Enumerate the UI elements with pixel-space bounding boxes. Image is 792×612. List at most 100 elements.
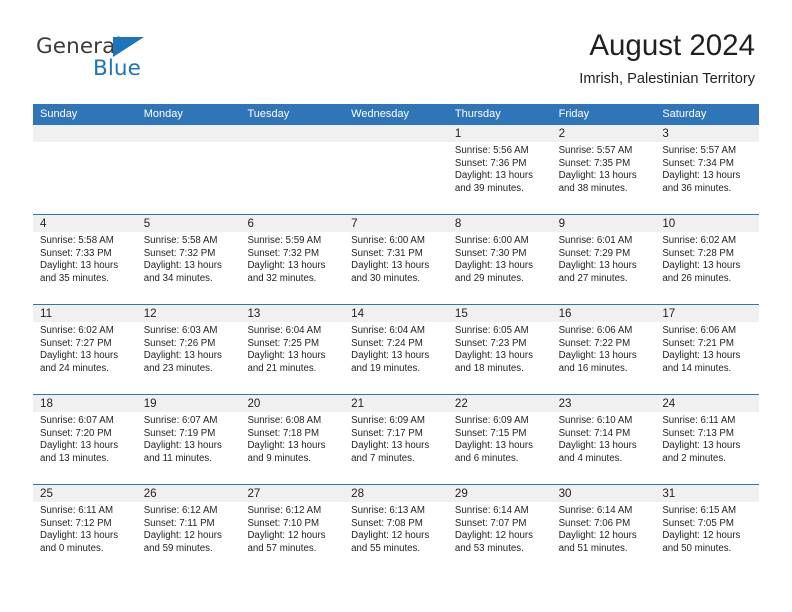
day-cell[interactable]: 22 Sunrise: 6:09 AM Sunset: 7:15 PM Dayl… <box>447 395 552 484</box>
day-number: 8 <box>447 215 552 232</box>
daylight-line-cont: and 7 minutes. <box>351 452 415 464</box>
day-cell[interactable]: 9 Sunrise: 6:01 AM Sunset: 7:29 PM Dayli… <box>551 215 656 304</box>
day-cell[interactable]: 16 Sunrise: 6:06 AM Sunset: 7:22 PM Dayl… <box>551 305 656 394</box>
daylight-line: Daylight: 13 hours <box>558 350 637 362</box>
day-cell[interactable]: 5 Sunrise: 5:58 AM Sunset: 7:32 PM Dayli… <box>136 215 241 304</box>
general-blue-logo[interactable]: General Blue <box>36 34 216 86</box>
day-number: 24 <box>655 395 760 412</box>
day-cell[interactable]: 31 Sunrise: 6:15 AM Sunset: 7:05 PM Dayl… <box>655 485 760 574</box>
day-cell[interactable]: 21 Sunrise: 6:09 AM Sunset: 7:17 PM Dayl… <box>344 395 448 484</box>
day-number: 2 <box>551 125 656 142</box>
daylight-line-cont: and 6 minutes. <box>454 452 519 464</box>
daylight-line: Daylight: 13 hours <box>143 350 222 362</box>
day-details: Sunrise: 6:06 AM Sunset: 7:21 PM Dayligh… <box>655 322 759 375</box>
daylight-line: Daylight: 13 hours <box>247 350 326 362</box>
sunset-line: Sunset: 7:32 PM <box>247 247 320 259</box>
daylight-line-cont: and 19 minutes. <box>351 362 421 374</box>
day-cell[interactable]: 30 Sunrise: 6:14 AM Sunset: 7:06 PM Dayl… <box>551 485 656 574</box>
day-cell[interactable]: 23 Sunrise: 6:10 AM Sunset: 7:14 PM Dayl… <box>551 395 656 484</box>
day-cell[interactable]: 3 Sunrise: 5:57 AM Sunset: 7:34 PM Dayli… <box>655 125 760 214</box>
sunrise-line: Sunrise: 6:13 AM <box>351 505 425 516</box>
daylight-line-cont: and 35 minutes. <box>40 272 109 284</box>
day-cell[interactable]: 20 Sunrise: 6:08 AM Sunset: 7:18 PM Dayl… <box>240 395 345 484</box>
day-cell[interactable] <box>33 125 137 214</box>
weekday-header-tuesday: Tuesday <box>247 108 290 120</box>
day-cell[interactable]: 4 Sunrise: 5:58 AM Sunset: 7:33 PM Dayli… <box>33 215 137 304</box>
day-cell[interactable]: 8 Sunrise: 6:00 AM Sunset: 7:30 PM Dayli… <box>447 215 552 304</box>
day-number: 31 <box>655 485 760 502</box>
day-details: Sunrise: 6:03 AM Sunset: 7:26 PM Dayligh… <box>137 322 241 375</box>
day-number: 22 <box>447 395 552 412</box>
week-row: 1 Sunrise: 5:56 AM Sunset: 7:36 PM Dayli… <box>33 125 760 215</box>
daylight-line: Daylight: 12 hours <box>558 530 637 542</box>
day-details: Sunrise: 5:58 AM Sunset: 7:33 PM Dayligh… <box>33 232 137 285</box>
day-cell[interactable] <box>344 125 448 214</box>
sunrise-line: Sunrise: 6:02 AM <box>662 235 737 246</box>
day-number: 17 <box>655 305 760 322</box>
weekday-header-monday: Monday <box>143 108 183 120</box>
sunset-line: Sunset: 7:22 PM <box>558 337 631 349</box>
day-details: Sunrise: 6:11 AM Sunset: 7:13 PM Dayligh… <box>655 412 759 465</box>
day-details: Sunrise: 6:07 AM Sunset: 7:20 PM Dayligh… <box>33 412 137 465</box>
sunrise-line: Sunrise: 6:04 AM <box>247 325 322 336</box>
day-details: Sunrise: 6:02 AM Sunset: 7:27 PM Dayligh… <box>33 322 137 375</box>
daylight-line: Daylight: 13 hours <box>40 260 119 272</box>
daylight-line-cont: and 59 minutes. <box>143 542 213 554</box>
day-cell[interactable]: 15 Sunrise: 6:05 AM Sunset: 7:23 PM Dayl… <box>447 305 552 394</box>
logo-triangle-icon <box>113 37 144 57</box>
day-number: 11 <box>33 305 137 322</box>
page-title: August 2024 <box>589 29 755 62</box>
day-cell[interactable]: 27 Sunrise: 6:12 AM Sunset: 7:10 PM Dayl… <box>240 485 345 574</box>
day-number: 1 <box>447 125 552 142</box>
daylight-line: Daylight: 13 hours <box>351 260 430 272</box>
day-cell[interactable]: 18 Sunrise: 6:07 AM Sunset: 7:20 PM Dayl… <box>33 395 137 484</box>
sunset-line: Sunset: 7:17 PM <box>351 427 423 439</box>
daylight-line: Daylight: 13 hours <box>454 260 533 272</box>
sunrise-line: Sunrise: 5:58 AM <box>40 235 114 246</box>
day-cell[interactable]: 6 Sunrise: 5:59 AM Sunset: 7:32 PM Dayli… <box>240 215 345 304</box>
day-cell[interactable]: 13 Sunrise: 6:04 AM Sunset: 7:25 PM Dayl… <box>240 305 345 394</box>
sunset-line: Sunset: 7:21 PM <box>662 337 734 349</box>
day-number: 20 <box>240 395 345 412</box>
day-cell[interactable]: 28 Sunrise: 6:13 AM Sunset: 7:08 PM Dayl… <box>344 485 448 574</box>
day-details: Sunrise: 6:07 AM Sunset: 7:19 PM Dayligh… <box>137 412 241 465</box>
daylight-line: Daylight: 13 hours <box>662 260 741 272</box>
sunrise-line: Sunrise: 6:06 AM <box>662 325 737 336</box>
weekday-header-sunday: Sunday <box>40 108 78 120</box>
day-cell[interactable] <box>240 125 345 214</box>
day-cell[interactable]: 10 Sunrise: 6:02 AM Sunset: 7:28 PM Dayl… <box>655 215 760 304</box>
sunset-line: Sunset: 7:05 PM <box>662 517 734 529</box>
day-number: 15 <box>447 305 552 322</box>
day-cell[interactable]: 11 Sunrise: 6:02 AM Sunset: 7:27 PM Dayl… <box>33 305 137 394</box>
day-cell[interactable]: 14 Sunrise: 6:04 AM Sunset: 7:24 PM Dayl… <box>344 305 448 394</box>
daylight-line-cont: and 53 minutes. <box>454 542 524 554</box>
day-cell[interactable]: 26 Sunrise: 6:12 AM Sunset: 7:11 PM Dayl… <box>136 485 241 574</box>
day-cell[interactable]: 7 Sunrise: 6:00 AM Sunset: 7:31 PM Dayli… <box>344 215 448 304</box>
day-cell[interactable]: 19 Sunrise: 6:07 AM Sunset: 7:19 PM Dayl… <box>136 395 241 484</box>
day-number: 13 <box>240 305 345 322</box>
day-number: 29 <box>447 485 552 502</box>
sunrise-line: Sunrise: 5:56 AM <box>454 145 529 156</box>
day-cell[interactable]: 12 Sunrise: 6:03 AM Sunset: 7:26 PM Dayl… <box>136 305 241 394</box>
page-header: General Blue August 2024 Imrish, Palesti… <box>0 0 792 100</box>
sunset-line: Sunset: 7:18 PM <box>247 427 320 439</box>
day-number: 7 <box>344 215 448 232</box>
day-details: Sunrise: 6:09 AM Sunset: 7:17 PM Dayligh… <box>344 412 448 465</box>
sunrise-line: Sunrise: 6:11 AM <box>662 415 736 426</box>
daylight-line: Daylight: 12 hours <box>351 530 430 542</box>
day-cell[interactable]: 25 Sunrise: 6:11 AM Sunset: 7:12 PM Dayl… <box>33 485 137 574</box>
day-cell[interactable]: 17 Sunrise: 6:06 AM Sunset: 7:21 PM Dayl… <box>655 305 760 394</box>
sunrise-line: Sunrise: 5:59 AM <box>247 235 322 246</box>
day-cell[interactable]: 2 Sunrise: 5:57 AM Sunset: 7:35 PM Dayli… <box>551 125 656 214</box>
day-number: 19 <box>136 395 241 412</box>
sunset-line: Sunset: 7:15 PM <box>454 427 527 439</box>
day-cell[interactable] <box>136 125 241 214</box>
daylight-line-cont: and 2 minutes. <box>662 452 726 464</box>
day-cell[interactable]: 24 Sunrise: 6:11 AM Sunset: 7:13 PM Dayl… <box>655 395 760 484</box>
day-number: 27 <box>240 485 345 502</box>
sunrise-line: Sunrise: 6:01 AM <box>558 235 633 246</box>
sunset-line: Sunset: 7:27 PM <box>40 337 112 349</box>
day-cell[interactable]: 1 Sunrise: 5:56 AM Sunset: 7:36 PM Dayli… <box>447 125 552 214</box>
day-cell[interactable]: 29 Sunrise: 6:14 AM Sunset: 7:07 PM Dayl… <box>447 485 552 574</box>
daylight-line: Daylight: 13 hours <box>247 440 326 452</box>
